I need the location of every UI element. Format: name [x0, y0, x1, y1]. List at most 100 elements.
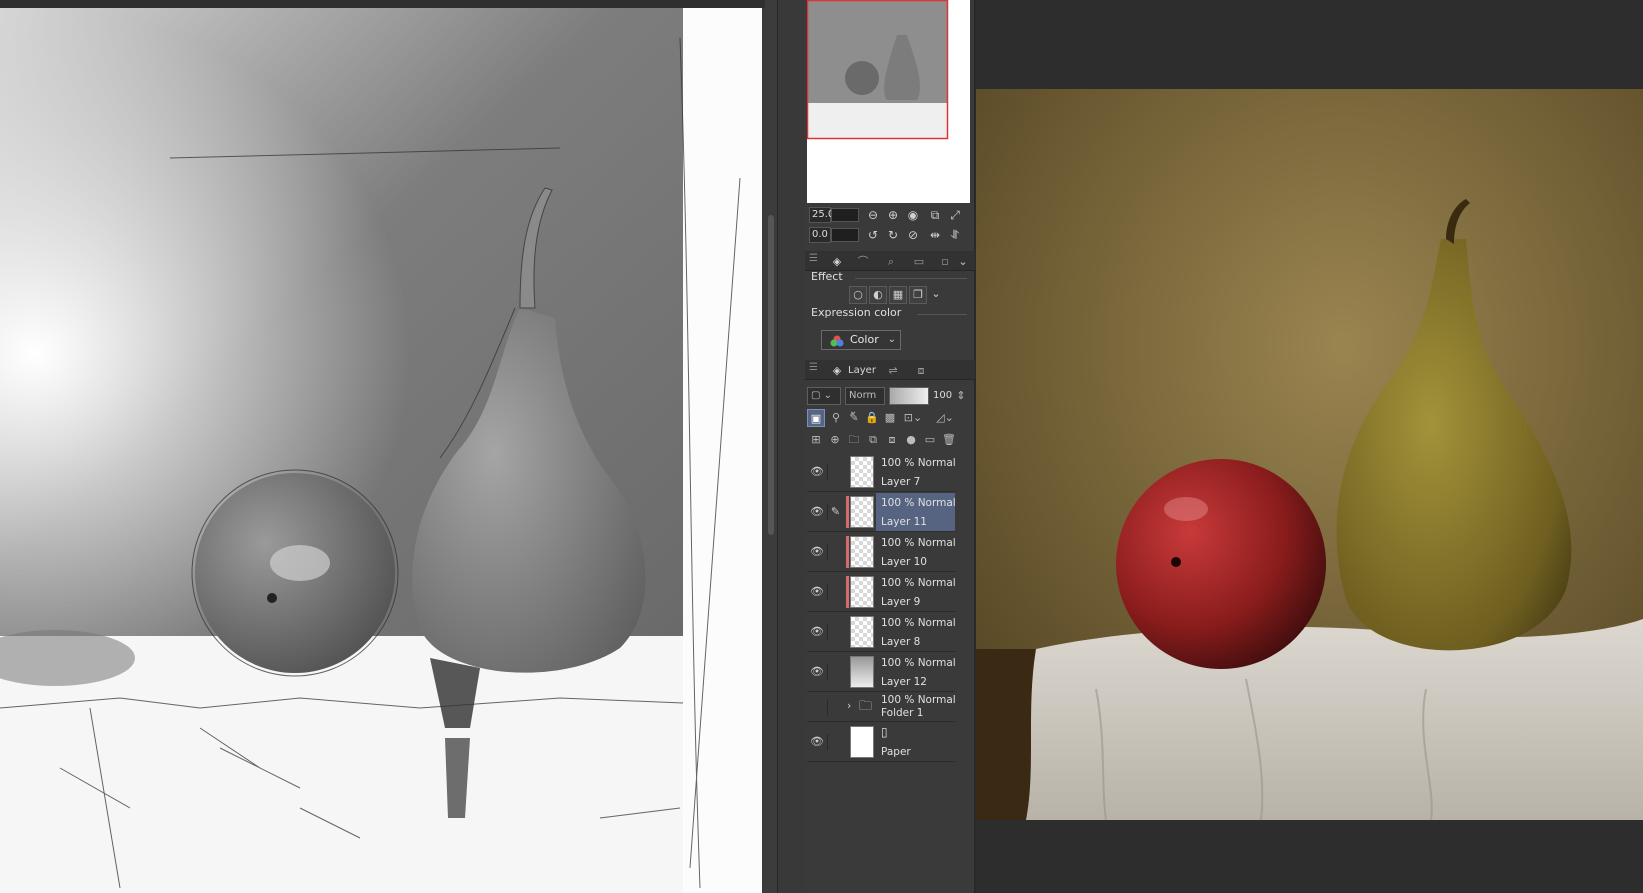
panel-menu-icon[interactable]: ☰ [809, 362, 818, 373]
layer-name: Paper [881, 746, 911, 758]
layer-name: Layer 8 [881, 636, 921, 648]
tool-property-tab-icon[interactable]: ⌒ [851, 254, 875, 270]
eye-icon[interactable]: 👁 [809, 734, 825, 750]
layer-mask-icon[interactable]: ● [902, 431, 920, 449]
zoom-out-icon[interactable]: ⊖ [865, 207, 881, 223]
lock-transparent-icon[interactable]: ▩ [881, 409, 899, 427]
flip-horizontal-icon[interactable]: ⇹ [927, 227, 943, 243]
layer-row[interactable]: 👁 100 % Normal Layer 12 [807, 652, 956, 692]
expand-chevron-icon[interactable]: › [847, 699, 851, 712]
tone-icon[interactable]: ▦ [889, 286, 907, 304]
draft-layer-icon[interactable]: ✎ [845, 409, 863, 427]
drawing-canvas[interactable] [0, 8, 762, 893]
opacity-stepper-icon[interactable]: ⇕ [955, 387, 967, 405]
zoom-slider[interactable] [831, 208, 859, 222]
layer-color-select[interactable]: ▢ ⌄ [807, 387, 841, 405]
layer-info: 100 % Normal Layer 9 [876, 573, 956, 611]
new-raster-layer-icon[interactable]: ⊞ [807, 431, 825, 449]
apply-mask-icon[interactable]: ▭ [921, 431, 939, 449]
delete-layer-icon[interactable]: 🗑 [940, 431, 958, 449]
layer-edit-toggle[interactable] [827, 584, 843, 600]
collapse-panel-icon[interactable]: ⌄ [951, 254, 975, 270]
layer-name: Layer 11 [881, 516, 927, 528]
layer-property-tab-icon[interactable]: ◈ [825, 254, 849, 270]
eye-toggle-off[interactable] [809, 699, 825, 715]
layer-color-icon[interactable]: ❐ [909, 286, 927, 304]
layer-edit-toggle[interactable] [827, 664, 843, 680]
reference-layer-icon[interactable]: ⚲ [827, 409, 845, 427]
ruler-icon[interactable]: ◿⌄ [933, 409, 957, 427]
zoom-reset-icon[interactable]: ◉ [905, 207, 921, 223]
expression-color-label: Expression color [811, 306, 902, 319]
layer-row[interactable]: 👁 ✎ 100 % Normal Layer 11 [807, 492, 956, 532]
layer-row[interactable]: 👁 100 % Normal Layer 8 [807, 612, 956, 652]
eye-icon[interactable]: 👁 [809, 544, 825, 560]
layer-name: Folder 1 [881, 707, 924, 719]
search-tab-icon[interactable]: ⌕ [879, 254, 903, 270]
layer-thumbnail [850, 656, 874, 688]
rotate-right-icon[interactable]: ↻ [885, 227, 901, 243]
new-vector-layer-icon[interactable]: ⊕ [826, 431, 844, 449]
animation-tab-icon[interactable]: ⇌ [881, 363, 905, 379]
new-folder-icon[interactable]: 🗀 [845, 431, 863, 449]
fit-window-icon[interactable]: ⤢ [947, 207, 963, 223]
eye-icon[interactable]: 👁 [809, 504, 825, 520]
eye-icon[interactable]: 👁 [809, 464, 825, 480]
divider [855, 278, 967, 279]
canvas-area[interactable] [0, 0, 765, 893]
clip-layer-icon[interactable]: ▣ [807, 409, 825, 427]
fit-view-icon[interactable]: ⧉ [927, 207, 943, 223]
layer-thumbnail [850, 616, 874, 648]
layer-list[interactable]: 👁 100 % Normal Layer 7 👁 ✎ 100 % Normal … [807, 452, 975, 772]
reference-photo [976, 89, 1643, 820]
pen-icon[interactable]: ✎ [827, 504, 843, 520]
folder-icon: 🗀 [859, 699, 873, 714]
rotate-left-icon[interactable]: ↺ [865, 227, 881, 243]
eye-icon[interactable]: 👁 [809, 664, 825, 680]
layer-row[interactable]: 👁 100 % Normal Layer 9 [807, 572, 956, 612]
merge-down-icon[interactable]: ⧈ [883, 431, 901, 449]
rotation-field[interactable]: 0.0 [809, 227, 831, 243]
folder-row[interactable]: › 🗀 100 % Normal Folder 1 [807, 692, 956, 722]
layer-row[interactable]: 👁 100 % Normal Layer 10 [807, 532, 956, 572]
layer-edit-toggle[interactable] [827, 464, 843, 480]
zoom-field[interactable]: 25.0 [809, 207, 834, 223]
scrollbar-thumb[interactable] [768, 215, 774, 535]
layer-row[interactable]: 👁 ▯ Paper [807, 722, 955, 762]
layer-thumbnail [850, 536, 874, 568]
layer-name: Layer 9 [881, 596, 921, 608]
history-tab-icon[interactable]: ⧈ [909, 363, 933, 379]
rotation-slider[interactable] [831, 228, 859, 242]
still-life-photo [976, 89, 1643, 820]
layer-tab[interactable]: Layer [845, 363, 879, 379]
zoom-in-icon[interactable]: ⊕ [885, 207, 901, 223]
mask-icon[interactable]: ⊡⌄ [901, 409, 925, 427]
canvas-vertical-scrollbar[interactable] [765, 0, 777, 893]
color-mode-icon [830, 335, 844, 347]
duplicate-layer-icon[interactable]: ⧉ [864, 431, 882, 449]
subtool-tabbar: ☰ ◈ ⌒ ⌕ ▭ ▫ ⌄ [805, 251, 975, 271]
navigator-preview[interactable] [807, 0, 970, 203]
effect-dropdown-icon[interactable]: ⌄ [927, 286, 945, 304]
image-tab-icon[interactable]: ▭ [907, 254, 931, 270]
opacity-slider[interactable] [889, 387, 929, 405]
layer-edit-toggle[interactable] [827, 624, 843, 640]
eye-icon[interactable]: 👁 [809, 624, 825, 640]
lock-icon[interactable]: 🔒 [863, 409, 881, 427]
panel-menu-icon[interactable]: ☰ [809, 253, 818, 264]
expression-color-value: Color [850, 333, 879, 346]
layer-edit-toggle[interactable] [827, 544, 843, 560]
layer-name: Layer 12 [881, 676, 927, 688]
layer-info: 100 % Normal Layer 12 [876, 653, 956, 691]
border-effect-icon[interactable]: ○ [849, 286, 867, 304]
extract-line-icon[interactable]: ◐ [869, 286, 887, 304]
flip-vertical-icon[interactable]: ⥯ [947, 227, 963, 243]
layer-row[interactable]: 👁 100 % Normal Layer 7 [807, 452, 956, 492]
opacity-value[interactable]: 100 [933, 390, 952, 401]
layer-edit-toggle[interactable] [827, 699, 843, 715]
eye-icon[interactable]: 👁 [809, 584, 825, 600]
expression-color-select[interactable]: Color ⌄ [821, 330, 901, 350]
blend-mode-select[interactable]: Norm ⌄ [845, 387, 885, 417]
rotate-reset-icon[interactable]: ⊘ [905, 227, 921, 243]
layer-edit-toggle[interactable] [827, 734, 843, 750]
